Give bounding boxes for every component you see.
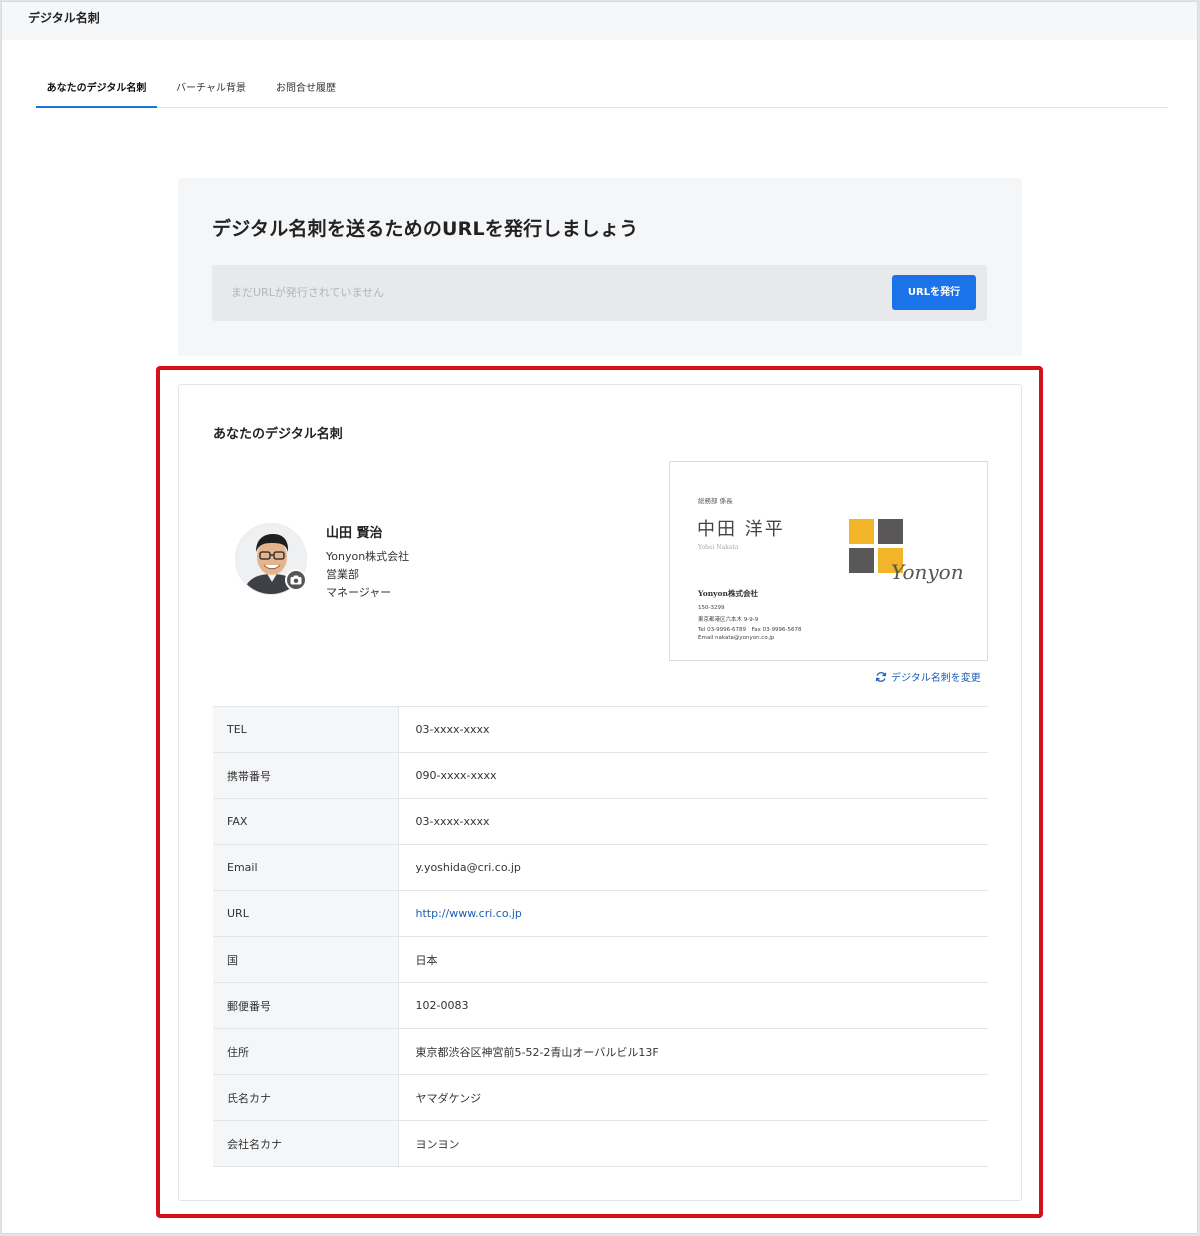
url-field: まだURLが発行されていません URLを発行 [212, 265, 987, 321]
tab-bar: あなたのデジタル名刺 バーチャル背景 お問合せ履歴 [36, 76, 1168, 108]
url-placeholder: まだURLが発行されていません [231, 286, 385, 299]
tab-digital-card[interactable]: あなたのデジタル名刺 [36, 76, 157, 108]
issue-url-button[interactable]: URLを発行 [892, 275, 976, 310]
app-title: デジタル名刺 [28, 11, 100, 25]
top-bar: デジタル名刺 [2, 2, 1197, 40]
highlight-frame [156, 366, 1043, 1218]
url-panel-heading: デジタル名刺を送るためのURLを発行しましょう [212, 218, 639, 240]
url-issue-panel: デジタル名刺を送るためのURLを発行しましょう まだURLが発行されていません … [178, 178, 1022, 356]
tab-virtual-background[interactable]: バーチャル背景 [169, 76, 253, 108]
tab-inquiry-history[interactable]: お問合せ履歴 [271, 76, 341, 108]
